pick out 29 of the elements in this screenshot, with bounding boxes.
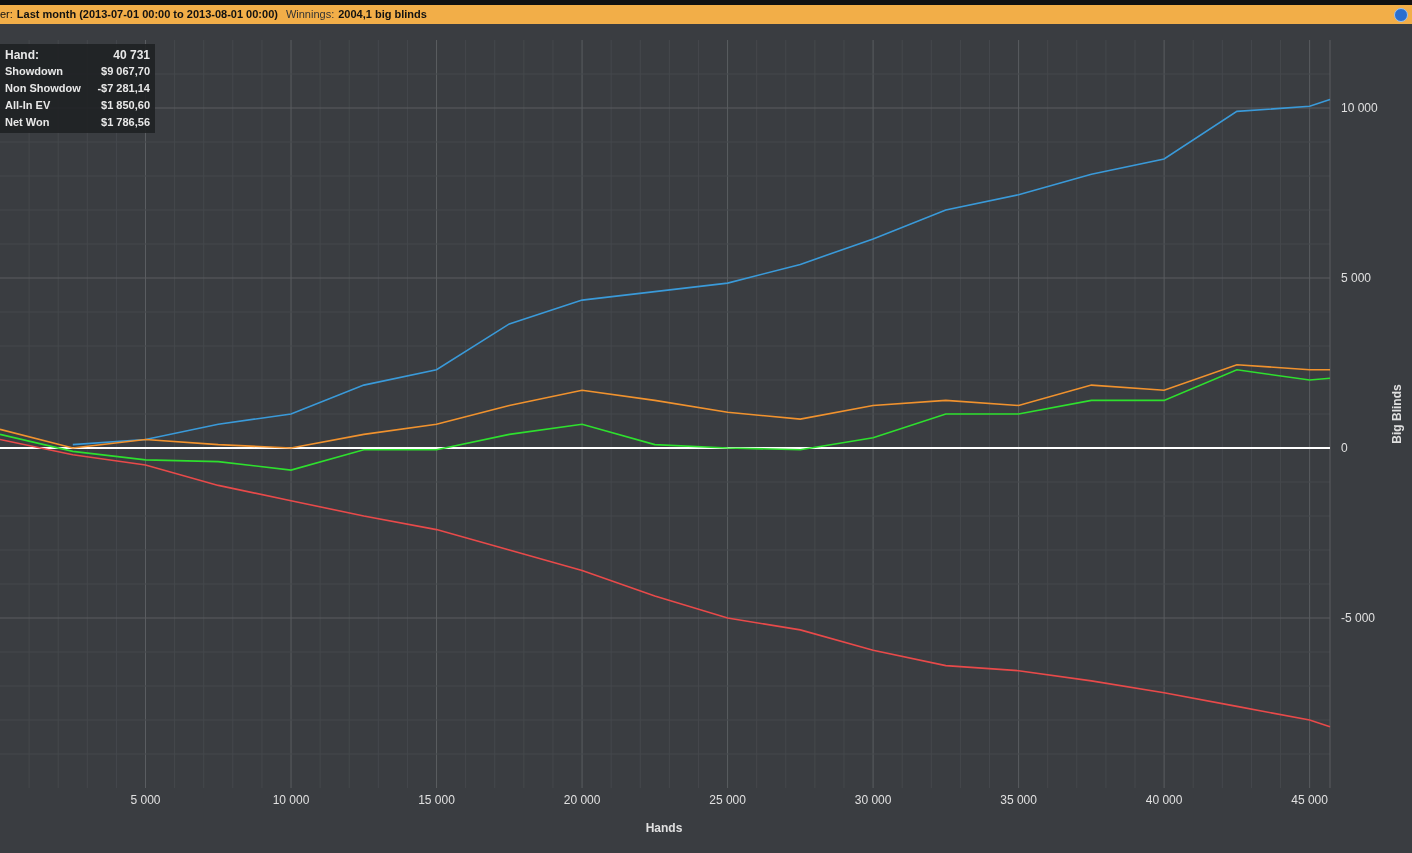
y-tick-label: 0 <box>1341 441 1348 455</box>
tooltip-value: -$7 281,14 <box>97 81 150 97</box>
tooltip-value: $1 786,56 <box>101 115 150 131</box>
x-tick-label: 35 000 <box>1000 793 1037 807</box>
y-tick-label: 5 000 <box>1341 271 1372 285</box>
winnings-label: Winnings: <box>285 7 335 23</box>
tooltip-label: Showdown <box>5 64 64 80</box>
x-tick-label: 25 000 <box>709 793 746 807</box>
winnings-value: 2004,1 big blinds <box>338 7 427 23</box>
x-axis-title: Hands <box>645 821 683 835</box>
tooltip-label: Hand: <box>5 46 39 64</box>
x-tick-label: 10 000 <box>272 793 310 807</box>
y-tick-label: -5 000 <box>1341 611 1376 625</box>
tooltip-value: $1 850,60 <box>101 98 150 114</box>
x-tick-label: 45 000 <box>1291 793 1328 807</box>
tooltip-label: Net Won <box>5 115 50 131</box>
tooltip-value: 40 731 <box>113 46 150 64</box>
tooltip-label: Non Showdow <box>5 81 81 97</box>
x-tick-label: 40 000 <box>1145 793 1183 807</box>
x-tick-label: 30 000 <box>854 793 892 807</box>
tooltip-value: $9 067,70 <box>101 64 150 80</box>
tooltip-label: All-In EV <box>5 98 51 114</box>
filter-label: er: <box>0 7 13 23</box>
x-tick-label: 20 000 <box>563 793 601 807</box>
x-tick-label: 15 000 <box>418 793 455 807</box>
y-axis-title: Big Blinds <box>1390 384 1404 444</box>
x-tick-label: 5 000 <box>130 793 161 807</box>
filter-period: Last month (2013-07-01 00:00 to 2013-08-01 00:00) <box>16 7 278 23</box>
y-tick-label: 10 000 <box>1341 101 1378 115</box>
